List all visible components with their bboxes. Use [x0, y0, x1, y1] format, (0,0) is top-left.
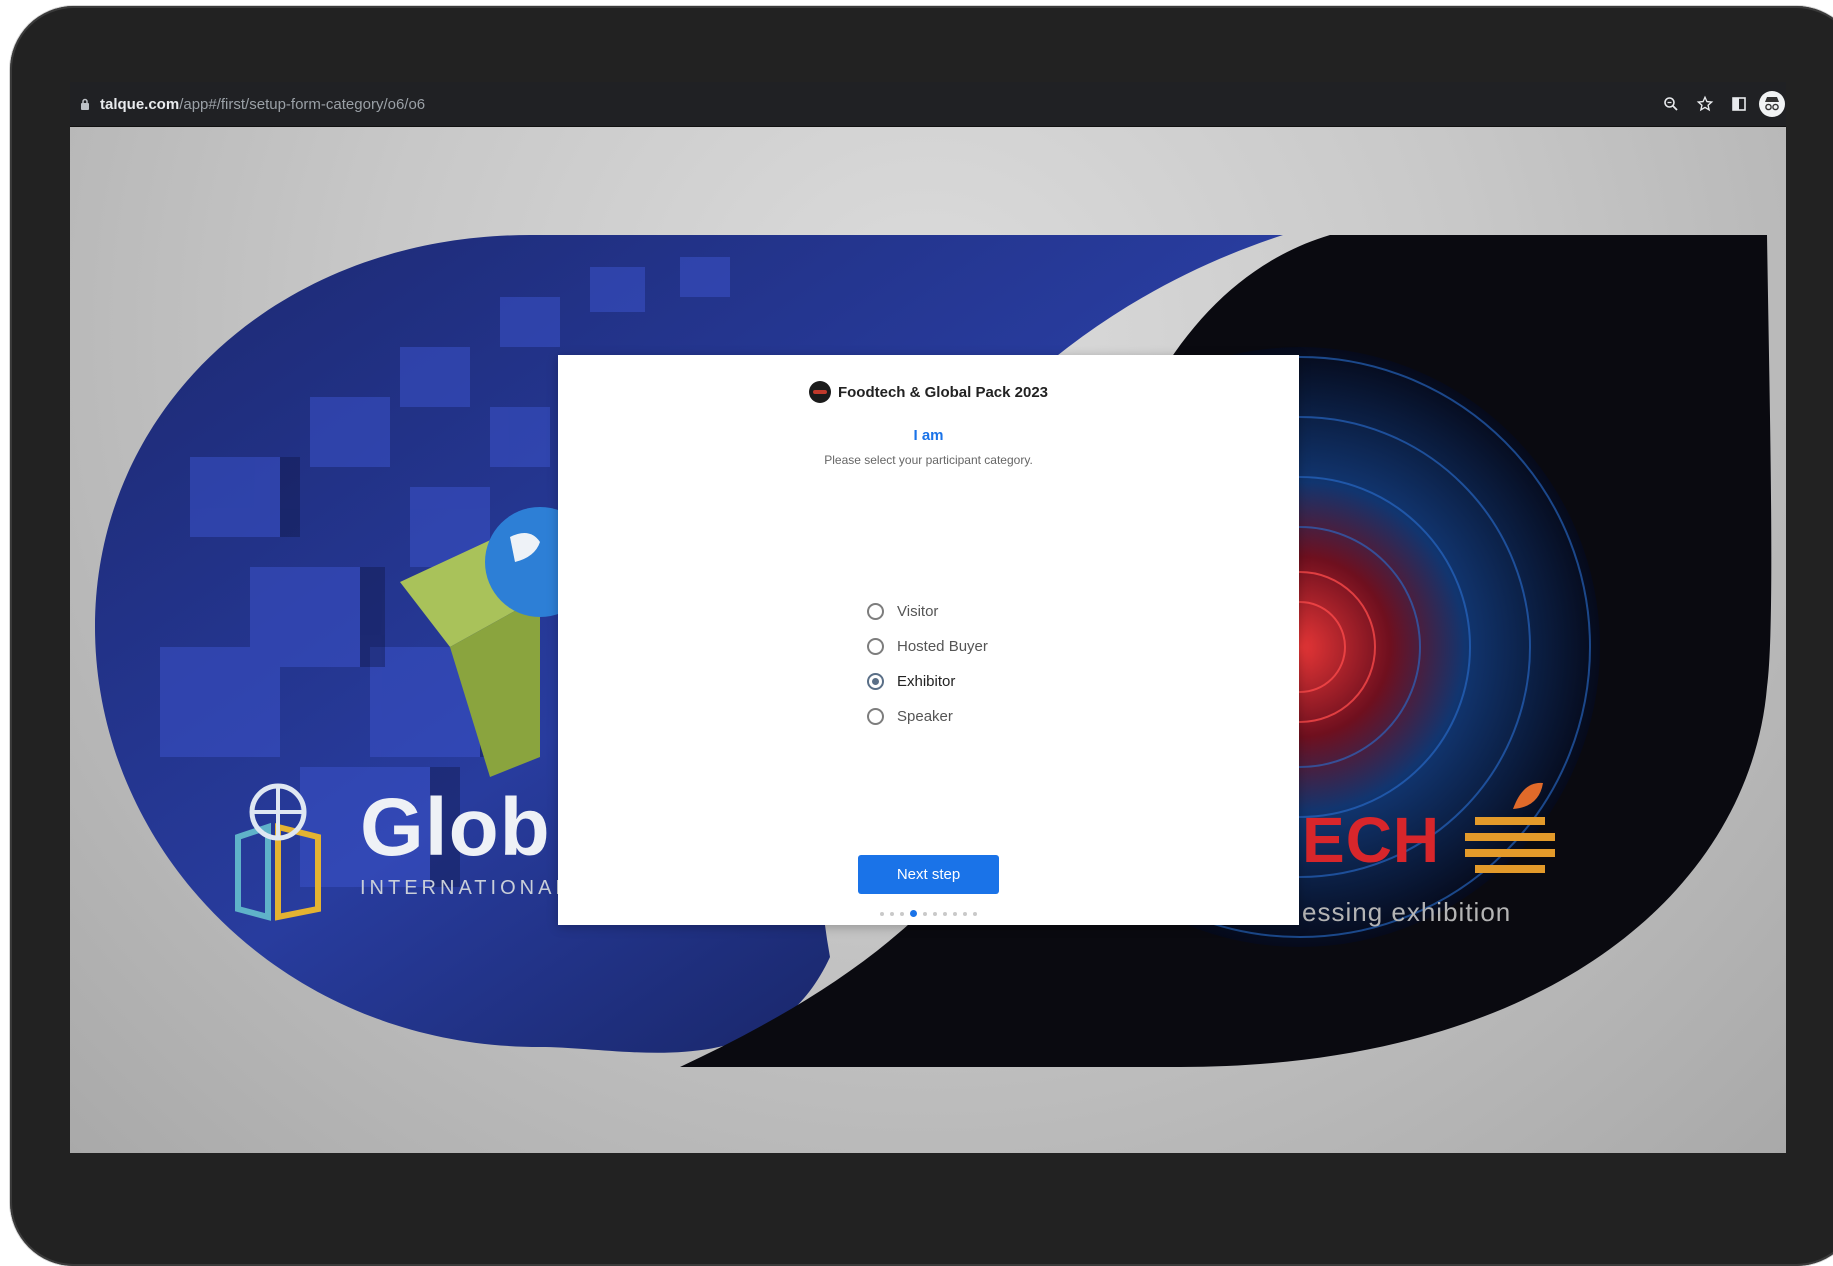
option-label: Hosted Buyer	[897, 638, 988, 655]
step-dot	[933, 911, 937, 916]
browser-address-bar[interactable]: talque.com/app#/first/setup-form-categor…	[70, 82, 1786, 127]
category-setup-dialog: Foodtech & Global Pack 2023 I am Please …	[558, 355, 1299, 925]
step-dot	[923, 911, 927, 916]
step-dot	[880, 911, 884, 916]
option-label: Speaker	[897, 708, 953, 725]
dialog-hint: Please select your participant category.	[824, 453, 1033, 467]
option-label: Visitor	[897, 603, 939, 620]
step-indicator	[558, 910, 1299, 917]
next-step-button[interactable]: Next step	[858, 855, 999, 894]
right-logo-word: ECH	[1302, 804, 1441, 876]
option-label: Exhibitor	[897, 673, 956, 690]
radio-speaker[interactable]	[867, 708, 884, 725]
category-radio-group: Visitor Hosted Buyer Exhibitor Speaker	[867, 594, 988, 734]
event-title: Foodtech & Global Pack 2023	[837, 383, 1049, 401]
radio-visitor[interactable]	[867, 603, 884, 620]
option-speaker[interactable]: Speaker	[867, 699, 988, 734]
radio-hosted-buyer[interactable]	[867, 638, 884, 655]
step-dot-active	[910, 910, 917, 917]
event-header: Foodtech & Global Pack 2023	[558, 381, 1299, 403]
step-dot	[890, 911, 894, 916]
option-visitor[interactable]: Visitor	[867, 594, 988, 629]
right-logo-sub: essing exhibition	[1302, 897, 1512, 927]
option-hosted-buyer[interactable]: Hosted Buyer	[867, 629, 988, 664]
star-icon[interactable]	[1692, 91, 1718, 117]
lock-icon	[78, 97, 92, 111]
step-dot	[963, 911, 967, 916]
profile-avatar[interactable]	[1759, 91, 1786, 117]
step-dot	[943, 911, 947, 916]
browser-toolbar-icons	[1650, 82, 1786, 126]
page-background: Glob INTERNATIONAL ECH essing exhibition…	[70, 127, 1786, 1153]
step-dot	[953, 911, 957, 916]
avatar	[1759, 91, 1785, 117]
url-host: talque.com	[100, 95, 180, 113]
radio-exhibitor[interactable]	[867, 673, 884, 690]
zoom-icon[interactable]	[1658, 91, 1684, 117]
screen: talque.com/app#/first/setup-form-categor…	[70, 82, 1786, 1153]
left-logo-word: Glob	[360, 782, 551, 873]
step-dot	[900, 911, 904, 916]
address-url[interactable]: talque.com/app#/first/setup-form-categor…	[100, 96, 425, 113]
step-dot	[973, 911, 977, 916]
event-logo	[808, 381, 831, 403]
option-exhibitor[interactable]: Exhibitor	[867, 664, 988, 699]
url-path: /app#/first/setup-form-category/o6/o6	[179, 95, 426, 113]
left-logo-sub: INTERNATIONAL	[360, 877, 571, 899]
sidepanel-icon[interactable]	[1726, 91, 1752, 117]
dialog-heading: I am	[913, 427, 944, 444]
